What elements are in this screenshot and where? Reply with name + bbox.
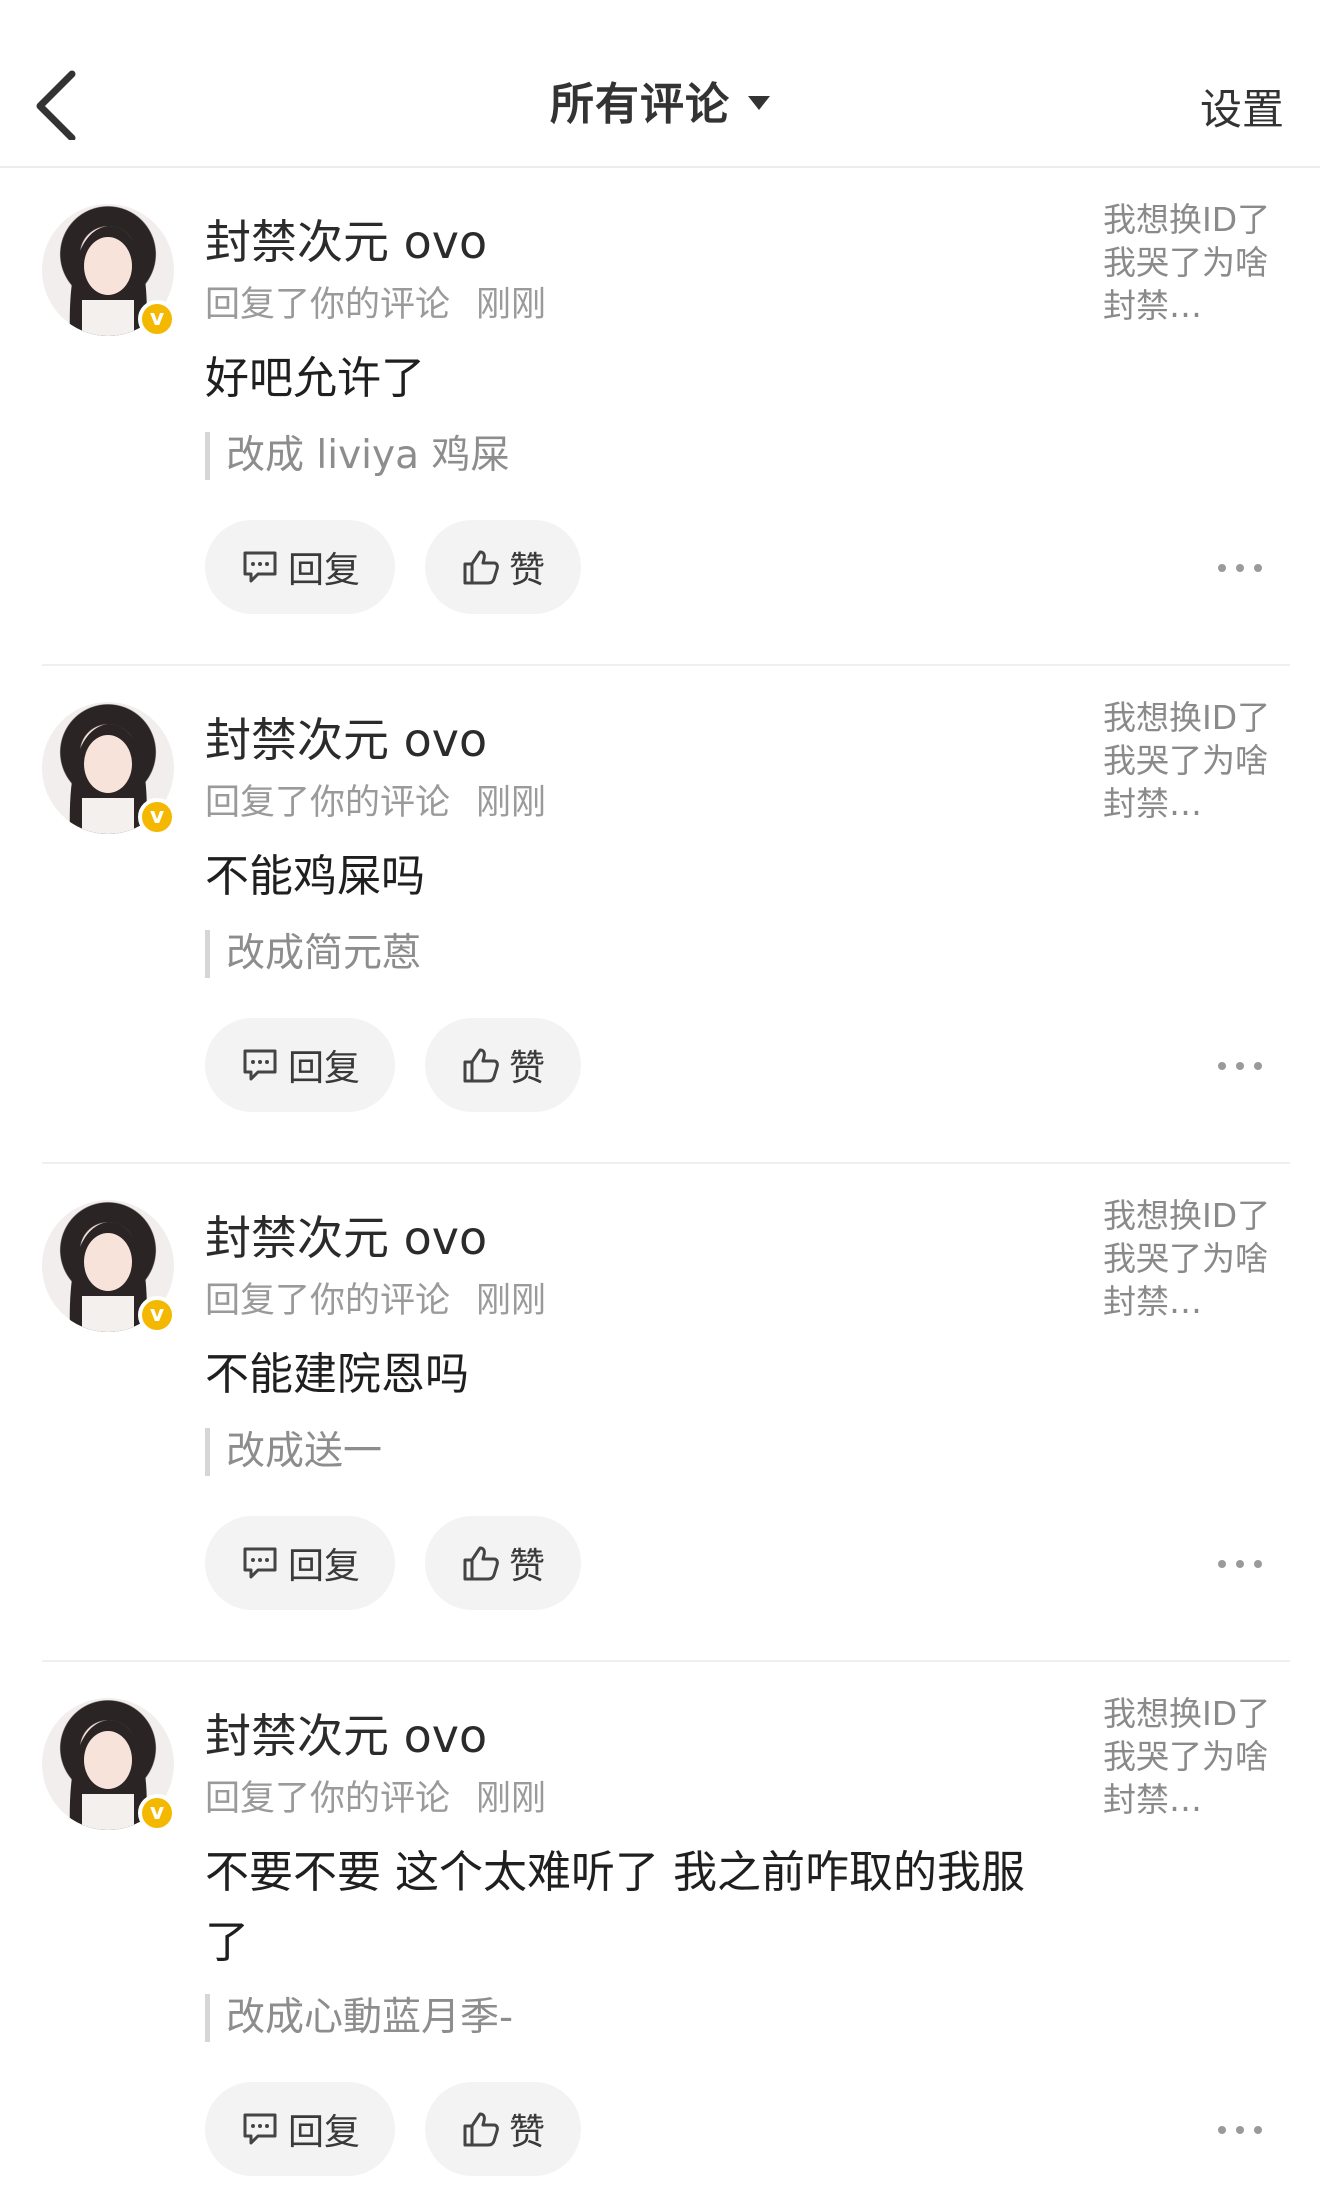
comment-icon: [243, 2113, 277, 2145]
comment-meta: 回复了你的评论 刚刚: [205, 774, 546, 825]
reply-button[interactable]: 回复: [205, 1516, 395, 1610]
comment-icon: [243, 551, 277, 583]
like-button[interactable]: 赞: [425, 1018, 581, 1112]
username[interactable]: 封禁次元 ovo: [205, 704, 487, 770]
comment-item: v 封禁次元 ovo 回复了你的评论 刚刚 不要不要 这个太难听了 我之前咋取的我…: [0, 1662, 1320, 2200]
like-button[interactable]: 赞: [425, 1516, 581, 1610]
reply-button-label: 回复: [287, 1048, 360, 1089]
reply-text[interactable]: 不要不要 这个太难听了 我之前咋取的我服了: [205, 1838, 1045, 1978]
verified-badge-icon: v: [138, 300, 176, 338]
avatar[interactable]: v: [42, 1698, 176, 1832]
more-icon: [1218, 1062, 1226, 1070]
quoted-comment[interactable]: 改成 liviya 鸡屎: [205, 432, 509, 480]
settings-button[interactable]: 设置: [1200, 76, 1284, 137]
more-options-button[interactable]: [1218, 558, 1262, 578]
quoted-comment[interactable]: 改成简元蒽: [205, 930, 421, 978]
more-icon: [1218, 2126, 1226, 2134]
reply-text[interactable]: 好吧允许了: [205, 344, 1045, 414]
comment-icon: [243, 1049, 277, 1081]
like-button[interactable]: 赞: [425, 2082, 581, 2176]
thumbs-up-icon: [463, 550, 499, 585]
reply-text[interactable]: 不能建院恩吗: [205, 1340, 1045, 1410]
comment-icon: [243, 1547, 277, 1579]
action-text: 回复了你的评论: [205, 285, 451, 325]
username[interactable]: 封禁次元 ovo: [205, 1700, 487, 1766]
verified-badge-icon: v: [138, 1794, 176, 1832]
action-text: 回复了你的评论: [205, 1281, 451, 1321]
comment-item: v 封禁次元 ovo 回复了你的评论 刚刚 不能鸡屎吗 改成简元蒽 我想换ID了我…: [0, 666, 1320, 1164]
action-text: 回复了你的评论: [205, 1779, 451, 1819]
original-post-preview[interactable]: 我想换ID了我哭了为啥封禁…: [1103, 1194, 1293, 1323]
reply-button-label: 回复: [287, 2112, 360, 2153]
timestamp: 刚刚: [476, 783, 547, 823]
page-title: 所有评论: [550, 79, 730, 130]
username[interactable]: 封禁次元 ovo: [205, 206, 487, 272]
thumbs-up-icon: [463, 1546, 499, 1581]
more-icon: [1218, 1560, 1226, 1568]
original-post-preview[interactable]: 我想换ID了我哭了为啥封禁…: [1103, 198, 1293, 327]
avatar[interactable]: v: [42, 702, 176, 836]
reply-button[interactable]: 回复: [205, 520, 395, 614]
dropdown-caret-icon: [748, 96, 770, 110]
avatar[interactable]: v: [42, 204, 176, 338]
more-icon: [1218, 564, 1226, 572]
comment-list: v 封禁次元 ovo 回复了你的评论 刚刚 好吧允许了 改成 liviya 鸡屎 …: [0, 168, 1320, 2200]
comment-meta: 回复了你的评论 刚刚: [205, 1770, 546, 1821]
timestamp: 刚刚: [476, 1281, 547, 1321]
more-options-button[interactable]: [1218, 1056, 1262, 1076]
thumbs-up-icon: [463, 2112, 499, 2147]
reply-button-label: 回复: [287, 1546, 360, 1587]
comment-item: v 封禁次元 ovo 回复了你的评论 刚刚 不能建院恩吗 改成送一 我想换ID了我…: [0, 1164, 1320, 1662]
timestamp: 刚刚: [476, 1779, 547, 1819]
more-options-button[interactable]: [1218, 2120, 1262, 2140]
reply-button[interactable]: 回复: [205, 1018, 395, 1112]
avatar[interactable]: v: [42, 1200, 176, 1334]
verified-badge-icon: v: [138, 1296, 176, 1334]
original-post-preview[interactable]: 我想换ID了我哭了为啥封禁…: [1103, 1692, 1293, 1821]
quoted-comment[interactable]: 改成心動蓝月季-: [205, 1994, 513, 2042]
action-text: 回复了你的评论: [205, 783, 451, 823]
reply-text[interactable]: 不能鸡屎吗: [205, 842, 1045, 912]
more-options-button[interactable]: [1218, 1554, 1262, 1574]
like-button-label: 赞: [508, 1048, 545, 1089]
comment-meta: 回复了你的评论 刚刚: [205, 276, 546, 327]
top-bar: 所有评论 设置: [0, 0, 1320, 168]
reply-button-label: 回复: [287, 550, 360, 591]
like-button-label: 赞: [508, 550, 545, 591]
timestamp: 刚刚: [476, 285, 547, 325]
like-button-label: 赞: [508, 1546, 545, 1587]
comment-meta: 回复了你的评论 刚刚: [205, 1272, 546, 1323]
like-button[interactable]: 赞: [425, 520, 581, 614]
reply-button[interactable]: 回复: [205, 2082, 395, 2176]
verified-badge-icon: v: [138, 798, 176, 836]
comment-item: v 封禁次元 ovo 回复了你的评论 刚刚 好吧允许了 改成 liviya 鸡屎 …: [0, 168, 1320, 666]
quoted-comment[interactable]: 改成送一: [205, 1428, 382, 1476]
comment-filter-dropdown[interactable]: 所有评论: [0, 68, 1320, 132]
username[interactable]: 封禁次元 ovo: [205, 1202, 487, 1268]
original-post-preview[interactable]: 我想换ID了我哭了为啥封禁…: [1103, 696, 1293, 825]
thumbs-up-icon: [463, 1048, 499, 1083]
like-button-label: 赞: [508, 2112, 545, 2153]
